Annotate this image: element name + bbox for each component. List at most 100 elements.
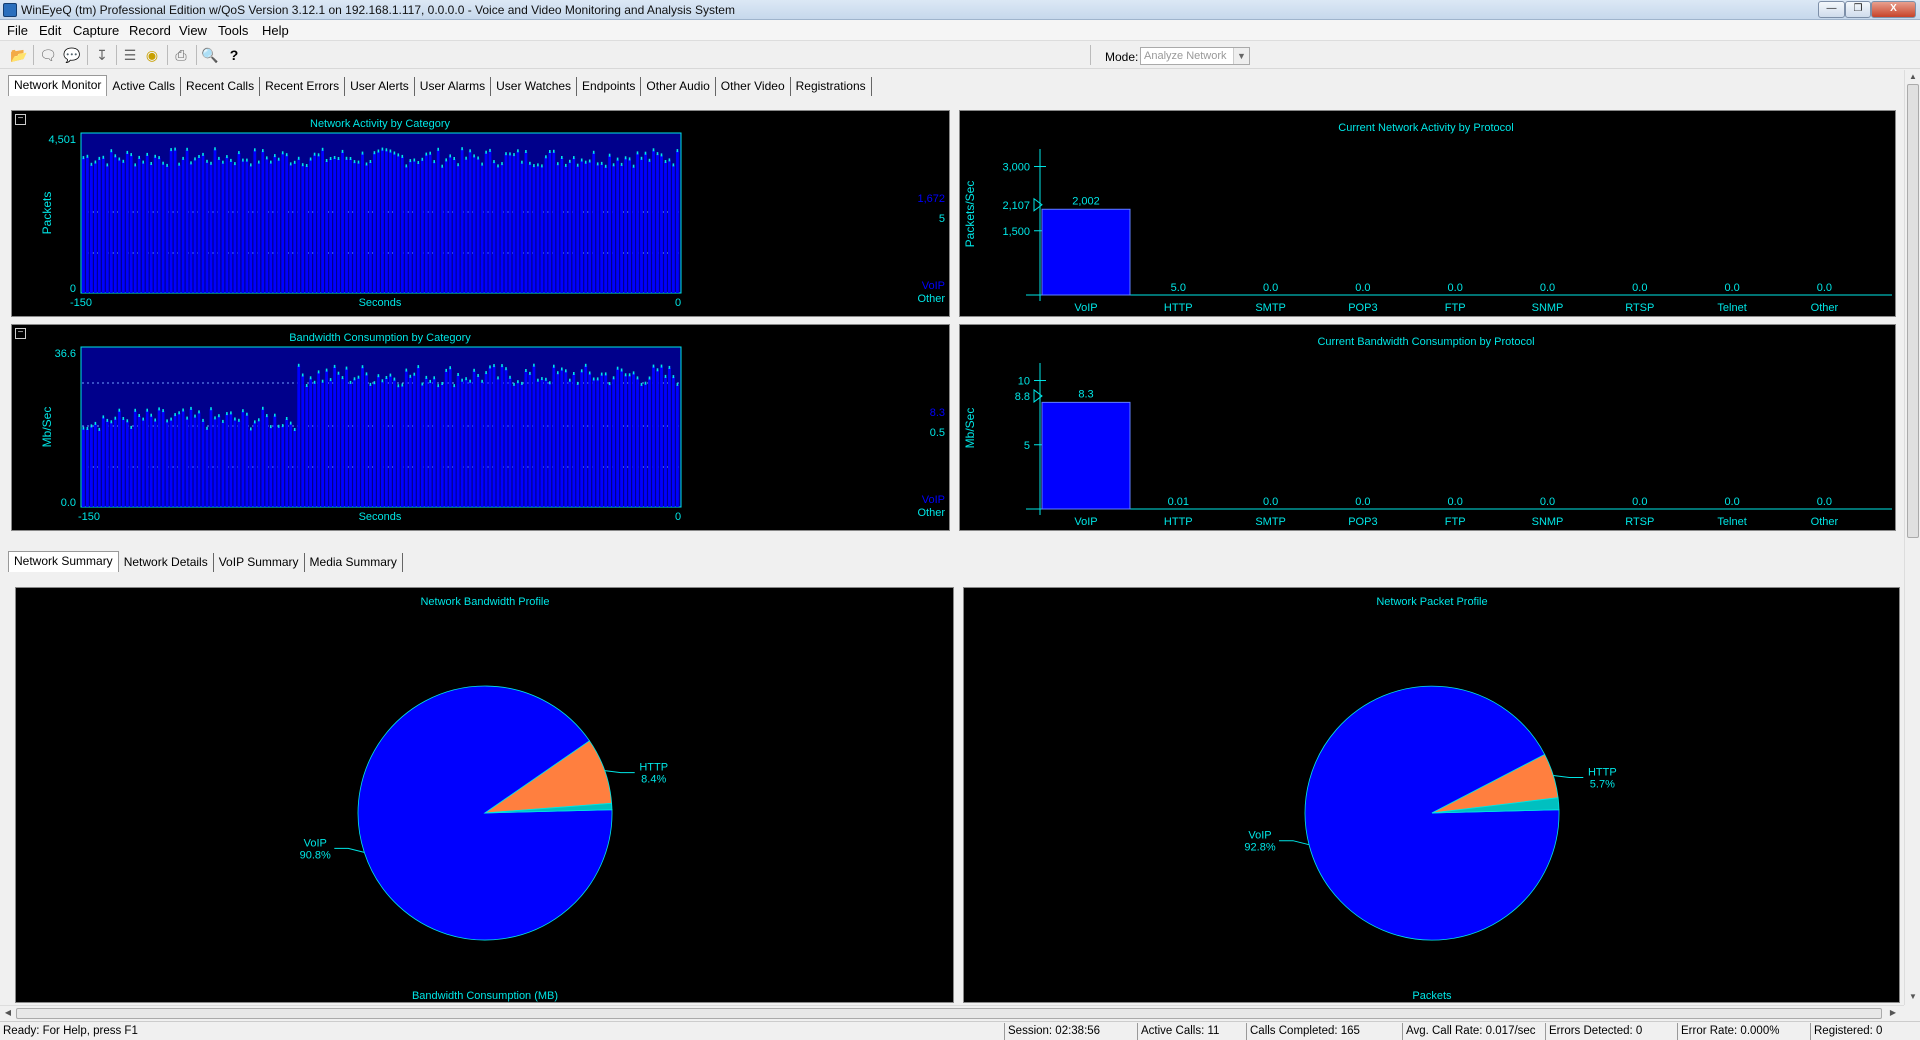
y-axis-label: Mb/Sec bbox=[963, 408, 977, 449]
tab-registrations[interactable]: Registrations bbox=[791, 77, 872, 96]
series-bar bbox=[632, 166, 635, 293]
search-icon[interactable]: 🔍 bbox=[201, 46, 219, 64]
series-bar bbox=[86, 156, 89, 293]
series-peak-marker bbox=[672, 163, 675, 167]
series-bar bbox=[640, 384, 643, 507]
help-icon[interactable]: ? bbox=[225, 46, 243, 64]
message-icon[interactable]: 💬 bbox=[63, 46, 81, 64]
leader-line bbox=[334, 847, 365, 853]
category-label: Telnet bbox=[1717, 516, 1746, 528]
series-bar bbox=[436, 149, 440, 293]
menu-help[interactable]: Help bbox=[262, 23, 289, 38]
series-bar bbox=[261, 408, 265, 507]
tab-other-audio[interactable]: Other Audio bbox=[641, 77, 716, 96]
series-peak-marker bbox=[313, 380, 316, 384]
tab-network-summary[interactable]: Network Summary bbox=[8, 551, 119, 572]
series-bar bbox=[516, 382, 520, 507]
series-bar bbox=[173, 415, 177, 507]
series-bar bbox=[412, 160, 416, 293]
series-bar bbox=[321, 149, 324, 293]
series-peak-marker bbox=[226, 412, 228, 416]
series-bar bbox=[464, 158, 468, 293]
tab-media-summary[interactable]: Media Summary bbox=[305, 553, 403, 572]
series-peak-marker bbox=[624, 156, 627, 160]
menu-record[interactable]: Record bbox=[129, 23, 171, 38]
series-peak-marker bbox=[608, 153, 611, 157]
series-peak-marker bbox=[565, 369, 567, 373]
series-bar bbox=[337, 373, 340, 507]
status-separator bbox=[1246, 1023, 1247, 1040]
series-peak-marker bbox=[537, 163, 539, 167]
menu-tools[interactable]: Tools bbox=[218, 23, 248, 38]
series-peak-marker bbox=[258, 160, 260, 164]
protocol-bandwidth-chart: Current Bandwidth Consumption by Protoco… bbox=[963, 336, 1892, 528]
scroll-right-icon[interactable]: ▶ bbox=[1886, 1007, 1900, 1019]
series-peak-marker bbox=[110, 420, 113, 424]
tab-network-details[interactable]: Network Details bbox=[119, 553, 214, 572]
mode-select[interactable]: Analyze Network ▼ bbox=[1140, 47, 1250, 65]
series-peak-marker bbox=[644, 381, 647, 385]
chevron-down-icon[interactable]: ▼ bbox=[1233, 48, 1249, 64]
menu-capture[interactable]: Capture bbox=[73, 23, 119, 38]
vertical-scrollbar[interactable]: ▲ ▼ bbox=[1904, 70, 1920, 1005]
scroll-left-icon[interactable]: ◀ bbox=[1, 1007, 15, 1019]
tab-user-watches[interactable]: User Watches bbox=[491, 77, 578, 96]
series-bar bbox=[297, 158, 301, 293]
series-bar bbox=[544, 379, 548, 507]
tab-recent-calls[interactable]: Recent Calls bbox=[181, 77, 261, 96]
stack-icon[interactable]: ☰ bbox=[121, 46, 139, 64]
collapse-icon[interactable]: − bbox=[15, 114, 26, 125]
series-peak-marker bbox=[592, 377, 595, 381]
slice-percent-label: 92.8% bbox=[1244, 842, 1275, 854]
tab-user-alerts[interactable]: User Alerts bbox=[345, 77, 415, 96]
category-label: VoIP bbox=[1074, 516, 1097, 528]
series-peak-marker bbox=[620, 368, 623, 372]
title-bar[interactable]: WinEyeQ (tm) Professional Edition w/QoS … bbox=[0, 0, 1920, 20]
tab-endpoints[interactable]: Endpoints bbox=[577, 77, 642, 96]
series-bar bbox=[596, 379, 600, 507]
tab-network-monitor[interactable]: Network Monitor bbox=[8, 75, 108, 96]
series-peak-marker bbox=[489, 365, 491, 369]
series-peak-marker bbox=[174, 147, 176, 151]
horizontal-scroll-thumb[interactable] bbox=[16, 1008, 1882, 1019]
series-bar bbox=[189, 163, 193, 293]
horizontal-scrollbar[interactable]: ◀ ▶ bbox=[0, 1005, 1904, 1020]
maximize-button[interactable]: ❐ bbox=[1845, 1, 1871, 18]
minimize-button[interactable]: — bbox=[1818, 1, 1845, 18]
series-peak-marker bbox=[166, 419, 168, 423]
scroll-up-icon[interactable]: ▲ bbox=[1906, 71, 1920, 83]
series-peak-marker bbox=[190, 161, 192, 165]
scroll-down-icon[interactable]: ▼ bbox=[1906, 991, 1920, 1003]
series-bar bbox=[357, 377, 360, 507]
open-folder-icon[interactable]: 📂 bbox=[10, 46, 28, 64]
collapse-icon[interactable]: − bbox=[15, 328, 26, 339]
series-peak-marker bbox=[301, 163, 304, 167]
series-peak-marker bbox=[377, 374, 380, 378]
series-peak-marker bbox=[501, 162, 503, 166]
series-peak-marker bbox=[465, 156, 467, 160]
tab-voip-summary[interactable]: VoIP Summary bbox=[214, 553, 305, 572]
category-label: Telnet bbox=[1717, 302, 1746, 314]
print-icon[interactable]: ⎙ bbox=[172, 46, 190, 64]
tab-recent-errors[interactable]: Recent Errors bbox=[260, 77, 346, 96]
series-peak-marker bbox=[656, 368, 659, 372]
chat-bubble-icon[interactable]: 🗨 bbox=[39, 46, 57, 64]
bandwidth-category-chart: Bandwidth Consumption by Category Mb/Sec… bbox=[40, 332, 945, 523]
close-button[interactable]: X bbox=[1871, 1, 1916, 18]
download-icon[interactable]: ↧ bbox=[93, 46, 111, 64]
menu-file[interactable]: File bbox=[7, 23, 28, 38]
tab-other-video[interactable]: Other Video bbox=[716, 77, 791, 96]
bar-value-label: 0.0 bbox=[1817, 282, 1832, 294]
menu-edit[interactable]: Edit bbox=[39, 23, 61, 38]
series-bar bbox=[528, 373, 532, 507]
series-bar bbox=[444, 160, 448, 293]
tab-user-alarms[interactable]: User Alarms bbox=[415, 77, 492, 96]
traffic-light-icon[interactable]: ◉ bbox=[143, 46, 161, 64]
series-peak-marker bbox=[409, 374, 412, 378]
vertical-scroll-thumb[interactable] bbox=[1907, 84, 1919, 538]
tab-active-calls[interactable]: Active Calls bbox=[107, 77, 182, 96]
series-peak-marker bbox=[270, 160, 272, 164]
series-bar bbox=[233, 164, 237, 293]
menu-view[interactable]: View bbox=[179, 23, 207, 38]
series-peak-marker bbox=[226, 155, 228, 159]
